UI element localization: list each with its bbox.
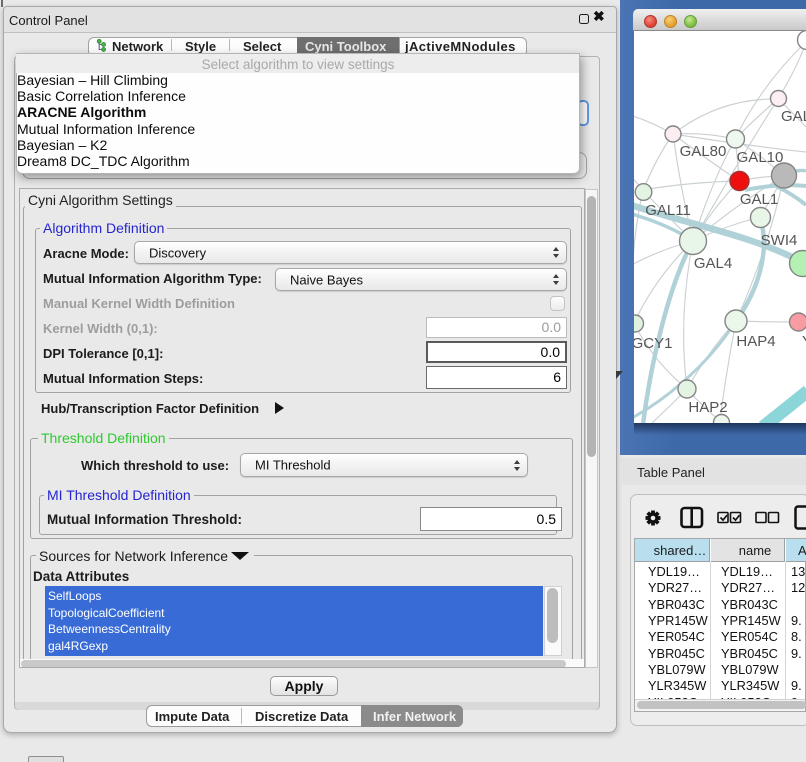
svg-text:GAL1: GAL1 [740, 191, 778, 208]
svg-text:GAL80: GAL80 [680, 143, 727, 160]
svg-text:GAL: GAL [781, 108, 806, 125]
svg-text:GAL10: GAL10 [737, 149, 784, 166]
svg-text:SWI4: SWI4 [761, 232, 798, 249]
svg-text:GCY1: GCY1 [634, 335, 672, 352]
svg-text:Y: Y [802, 333, 806, 350]
svg-text:HAP2: HAP2 [688, 399, 727, 416]
svg-text:GAL4: GAL4 [694, 255, 732, 272]
svg-text:GAL11: GAL11 [645, 202, 691, 219]
svg-text:HAP4: HAP4 [736, 333, 775, 350]
